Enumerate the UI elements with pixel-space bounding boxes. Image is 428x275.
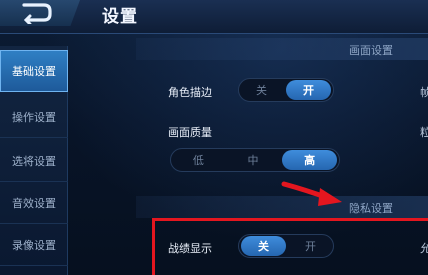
settings-sidebar: 基础设置 操作设置 选将设置 音效设置 录像设置 [0,46,68,275]
particle-label-partial: 粒 [420,126,428,139]
back-arrow-icon [22,3,52,24]
back-button[interactable] [0,0,80,26]
quality-low-option[interactable]: 低 [171,149,226,171]
highlight-box [152,218,428,275]
sidebar-item-sound[interactable]: 音效设置 [0,182,68,224]
frame-rate-label-partial: 帧 [420,86,428,99]
outline-label: 角色描边 [168,86,212,99]
red-arrow-icon [281,181,342,206]
quality-label: 画面质量 [168,126,212,139]
quality-selector[interactable]: 低 中 高 [170,148,340,172]
sidebar-item-basic[interactable]: 基础设置 [0,50,68,92]
outline-toggle[interactable]: 关 开 [238,78,334,102]
sidebar-item-replay[interactable]: 录像设置 [0,224,68,266]
settings-screen: 设置 基础设置 操作设置 选将设置 音效设置 录像设置 画面设置 角色描边 关 … [0,0,428,275]
sidebar-item-controls[interactable]: 操作设置 [0,96,68,138]
quality-high-option[interactable]: 高 [282,150,338,170]
display-section-title: 画面设置 [349,44,393,57]
privacy-section-title: 隐私设置 [349,202,393,215]
outline-off-option[interactable]: 关 [239,79,284,101]
quality-mid-option[interactable]: 中 [226,149,281,171]
sidebar-item-hero-select[interactable]: 选将设置 [0,140,68,182]
page-title: 设置 [102,7,138,27]
header-bar: 设置 [0,0,428,34]
outline-on-option[interactable]: 开 [286,80,331,100]
